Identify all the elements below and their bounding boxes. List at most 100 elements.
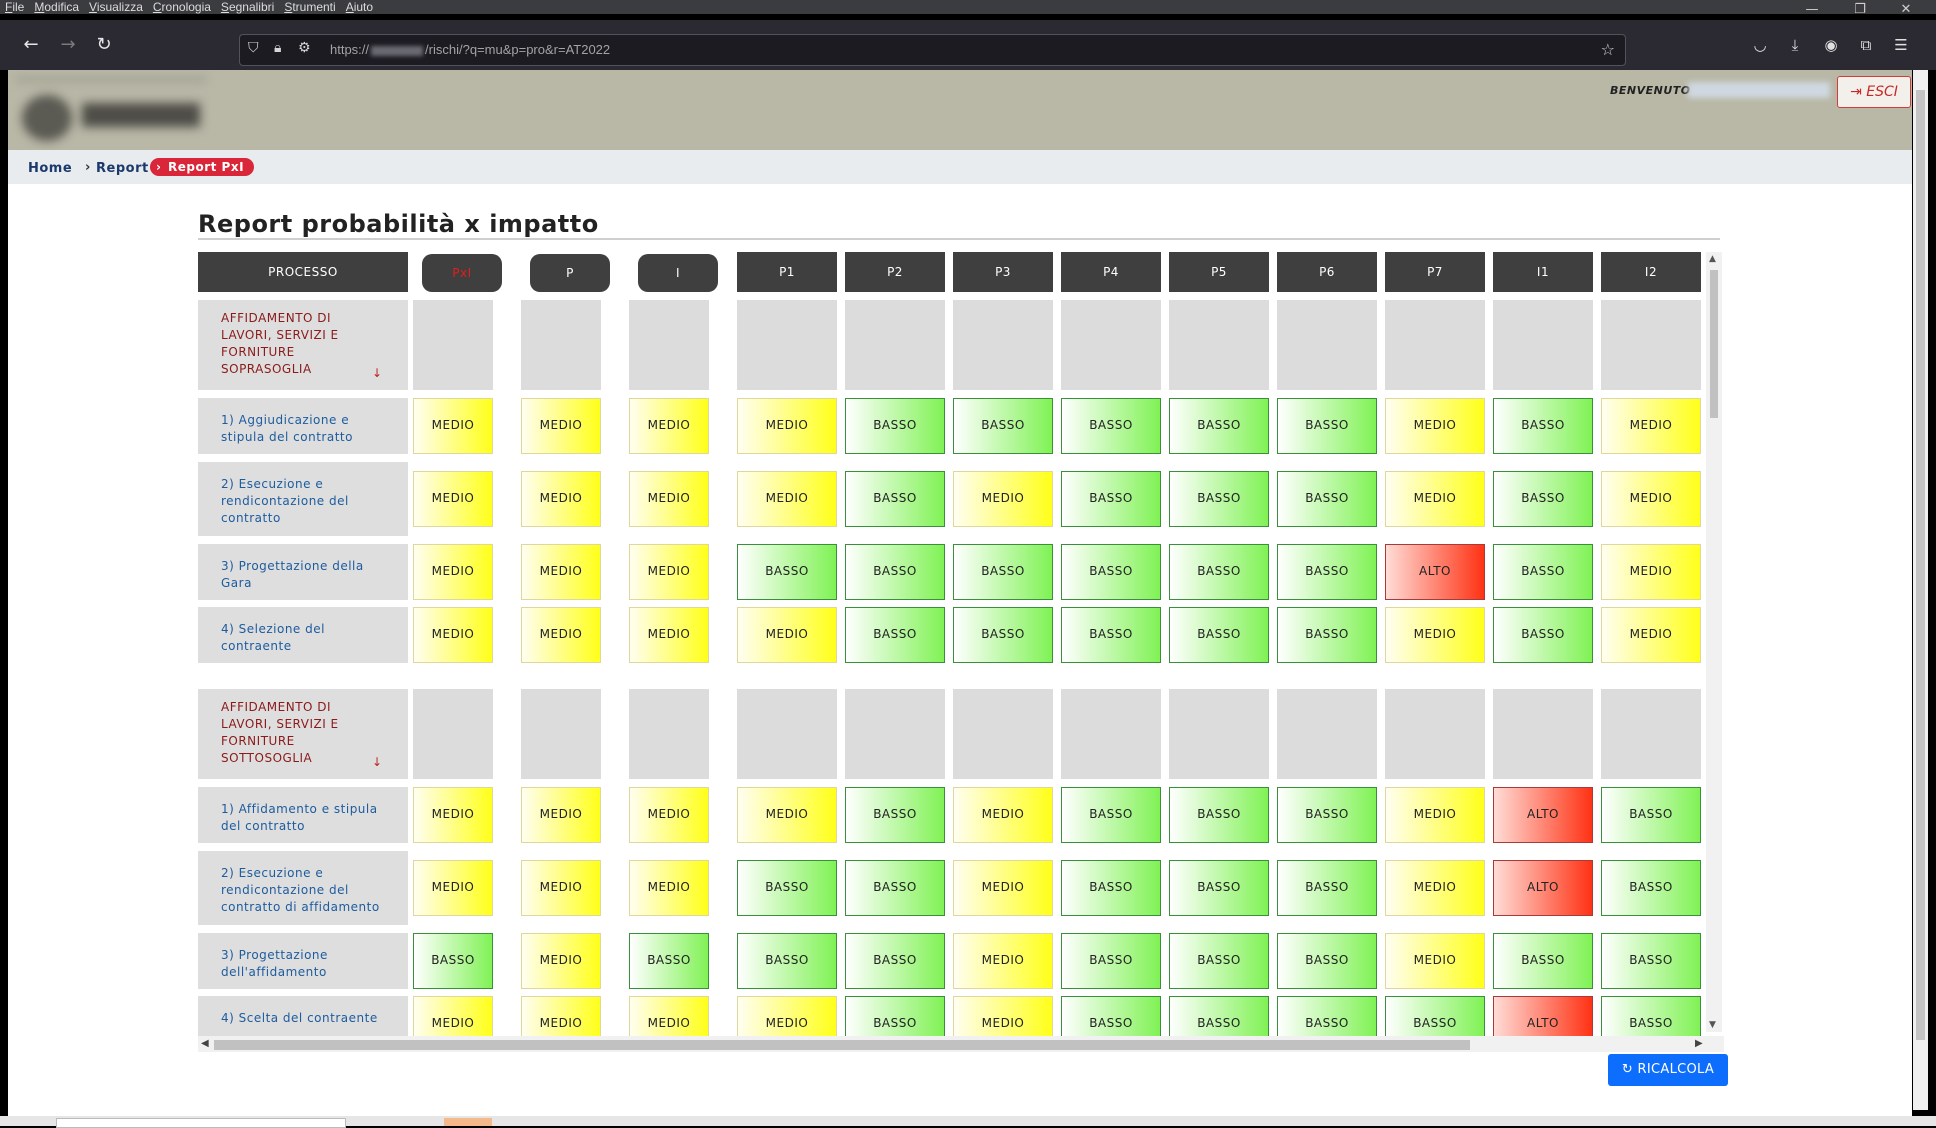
process-label[interactable]: 2) Esecuzione e rendicontazione del cont… xyxy=(221,865,386,916)
minimize-icon[interactable]: — xyxy=(1792,0,1832,20)
forward-icon[interactable]: → xyxy=(55,32,81,58)
process-label[interactable]: 4) Scelta del contraente xyxy=(221,1010,386,1027)
risk-cell-basso: BASSO xyxy=(845,607,945,663)
process-label[interactable]: 1) Aggiudicazione e stipula del contratt… xyxy=(221,412,386,446)
table-vertical-scrollbar[interactable]: ▲ ▼ xyxy=(1706,252,1722,1032)
empty-cell xyxy=(737,300,837,390)
menu-aiuto[interactable]: Aiuto xyxy=(341,1,378,13)
page-title: Report probabilità x impatto xyxy=(198,210,599,238)
risk-cell-basso: BASSO xyxy=(1169,996,1269,1036)
column-header-p[interactable]: P xyxy=(530,254,610,292)
menu-strumenti[interactable]: Strumenti xyxy=(279,1,340,13)
close-window-icon[interactable]: ✕ xyxy=(1886,0,1926,20)
breadcrumb-report[interactable]: Report xyxy=(96,161,149,176)
process-label[interactable]: 4) Selezione del contraente xyxy=(221,621,386,655)
risk-cell-basso: BASSO xyxy=(1385,996,1485,1036)
back-icon[interactable]: ← xyxy=(18,32,44,58)
scroll-thumb[interactable] xyxy=(214,1040,1470,1050)
risk-cell-medio: MEDIO xyxy=(413,607,493,663)
refresh-icon: ↻ xyxy=(1621,1062,1634,1077)
process-label[interactable]: 3) Progettazione della Gara xyxy=(221,558,386,592)
menu-visualizza[interactable]: Visualizza xyxy=(84,1,148,13)
menu-cronologia[interactable]: Cronologia xyxy=(148,1,216,13)
column-header-p3[interactable]: P3 xyxy=(953,252,1053,292)
empty-cell xyxy=(1169,689,1269,779)
menu-segnalibri[interactable]: Segnalibri xyxy=(216,1,279,13)
process-label[interactable]: 1) Affidamento e stipula del contratto xyxy=(221,801,386,835)
column-header-i1[interactable]: I1 xyxy=(1493,252,1593,292)
table-horizontal-scrollbar[interactable]: ◀ ▶ xyxy=(198,1036,1724,1052)
risk-cell-medio: MEDIO xyxy=(521,996,601,1036)
permissions-icon[interactable]: ⚙ xyxy=(298,40,311,56)
process-label[interactable]: 3) Progettazione dell'affidamento xyxy=(221,947,386,981)
reload-icon[interactable]: ↻ xyxy=(91,32,117,58)
risk-cell-medio: MEDIO xyxy=(629,544,709,600)
logout-icon: ⇥ xyxy=(1850,84,1862,100)
scroll-thumb[interactable] xyxy=(1710,270,1718,418)
risk-cell-medio: MEDIO xyxy=(953,996,1053,1036)
download-icon[interactable]: ⤓ xyxy=(1782,32,1808,58)
empty-cell xyxy=(1277,689,1377,779)
empty-cell xyxy=(1493,689,1593,779)
taskbar-app[interactable] xyxy=(444,1118,492,1126)
column-header-i2[interactable]: I2 xyxy=(1601,252,1701,292)
risk-cell-basso: BASSO xyxy=(845,996,945,1036)
risk-cell-basso: BASSO xyxy=(1493,607,1593,663)
page-vertical-scrollbar[interactable] xyxy=(1913,70,1928,1110)
risk-cell-basso: BASSO xyxy=(1601,787,1701,843)
empty-cell xyxy=(1493,300,1593,390)
scroll-down-icon[interactable]: ▼ xyxy=(1709,1020,1716,1030)
breadcrumb-home[interactable]: Home xyxy=(28,161,72,176)
risk-cell-basso: BASSO xyxy=(953,607,1053,663)
risk-cell-basso: BASSO xyxy=(1277,860,1377,916)
empty-cell xyxy=(1061,689,1161,779)
logout-label: ESCI xyxy=(1866,84,1898,100)
menu-modifica[interactable]: Modifica xyxy=(29,1,84,13)
column-header-i[interactable]: I xyxy=(638,254,718,292)
hamburger-menu-icon[interactable]: ☰ xyxy=(1888,32,1914,58)
empty-cell xyxy=(521,300,601,390)
url-text[interactable]: https:// /rischi/?q=mu&p=pro&r=AT2022 xyxy=(330,42,610,57)
scroll-thumb[interactable] xyxy=(1916,90,1925,1040)
bookmark-star-icon[interactable]: ☆ xyxy=(1601,40,1615,59)
empty-cell xyxy=(845,300,945,390)
taskbar-search[interactable] xyxy=(56,1118,346,1128)
shield-icon[interactable]: ⛉ xyxy=(248,40,259,56)
menu-file[interactable]: File xyxy=(0,1,29,13)
column-header-p5[interactable]: P5 xyxy=(1169,252,1269,292)
lock-icon[interactable]: 🔒︎ xyxy=(274,40,281,56)
column-header-p6[interactable]: P6 xyxy=(1277,252,1377,292)
column-header-p4[interactable]: P4 xyxy=(1061,252,1161,292)
column-header-p1[interactable]: P1 xyxy=(737,252,837,292)
scroll-right-icon[interactable]: ▶ xyxy=(1695,1038,1703,1049)
breadcrumb: Home › Report › Report PxI xyxy=(8,150,1912,184)
expand-arrow-icon[interactable]: ↓ xyxy=(372,755,382,769)
risk-cell-basso: BASSO xyxy=(953,398,1053,454)
ricalcola-button[interactable]: ↻ RICALCOLA xyxy=(1608,1054,1728,1086)
risk-cell-basso: BASSO xyxy=(1601,996,1701,1036)
risk-cell-medio: MEDIO xyxy=(1385,933,1485,989)
taskbar xyxy=(0,1116,1936,1128)
logout-button[interactable]: ⇥ ESCI xyxy=(1837,76,1911,108)
risk-cell-basso: BASSO xyxy=(1169,933,1269,989)
column-header-pxi[interactable]: PxI xyxy=(422,254,502,292)
risk-cell-basso: BASSO xyxy=(1061,933,1161,989)
process-label[interactable]: 2) Esecuzione e rendicontazione del cont… xyxy=(221,476,386,527)
account-icon[interactable]: ◉ xyxy=(1818,32,1844,58)
extensions-icon[interactable]: ⧉ xyxy=(1853,32,1879,58)
risk-cell-basso: BASSO xyxy=(1493,544,1593,600)
risk-cell-medio: MEDIO xyxy=(521,607,601,663)
column-header-p7[interactable]: P7 xyxy=(1385,252,1485,292)
risk-cell-basso: BASSO xyxy=(845,471,945,527)
restore-icon[interactable]: ❐ xyxy=(1840,0,1880,20)
scroll-left-icon[interactable]: ◀ xyxy=(201,1038,209,1049)
process-group-label[interactable]: AFFIDAMENTO DI LAVORI, SERVIZI E FORNITU… xyxy=(221,699,386,767)
expand-arrow-icon[interactable]: ↓ xyxy=(372,366,382,380)
column-header-p2[interactable]: P2 xyxy=(845,252,945,292)
risk-cell-basso: BASSO xyxy=(1169,607,1269,663)
risk-cell-basso: BASSO xyxy=(1601,933,1701,989)
pocket-icon[interactable]: ◡ xyxy=(1747,32,1773,58)
scroll-up-icon[interactable]: ▲ xyxy=(1709,254,1716,264)
process-group-label[interactable]: AFFIDAMENTO DI LAVORI, SERVIZI E FORNITU… xyxy=(221,310,386,378)
address-bar[interactable]: ⛉ 🔒︎ ⚙ https:// /rischi/?q=mu&p=pro&r=AT2… xyxy=(239,34,1626,66)
